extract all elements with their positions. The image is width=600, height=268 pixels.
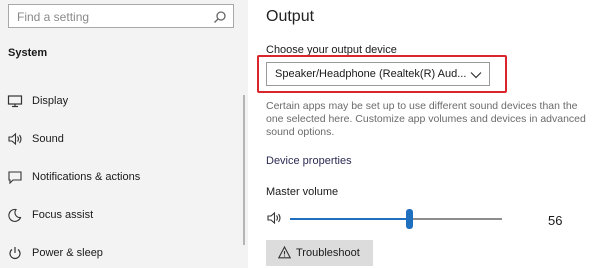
page-title: Output [266, 8, 315, 25]
troubleshoot-button[interactable]: Troubleshoot [266, 240, 373, 266]
sidebar-item-notifications[interactable]: Notifications & actions [0, 162, 240, 192]
volume-icon[interactable] [266, 211, 282, 225]
master-volume-slider[interactable] [290, 209, 502, 229]
output-description: Certain apps may be set up to use differ… [266, 100, 586, 138]
warning-icon [278, 246, 291, 259]
sidebar-item-display[interactable]: Display [0, 86, 240, 116]
speaker-icon [8, 132, 22, 146]
notifications-icon [8, 171, 22, 184]
sidebar-item-label: Focus assist [32, 209, 94, 221]
search-icon[interactable] [213, 10, 227, 24]
moon-icon [8, 208, 22, 222]
volume-fill [290, 218, 409, 220]
sidebar-item-label: Display [32, 95, 69, 107]
search-box[interactable]: Find a setting [8, 4, 234, 28]
device-properties-link[interactable]: Device properties [266, 155, 352, 167]
sidebar-scrollbar[interactable] [243, 95, 245, 245]
output-device-dropdown[interactable]: Speaker/Headphone (Realtek(R) Aud... [266, 62, 490, 86]
volume-value: 56 [548, 213, 563, 228]
power-icon [9, 247, 21, 260]
volume-thumb[interactable] [405, 209, 413, 229]
display-icon [7, 95, 23, 108]
settings-sidebar: Find a setting System Display Sound Noti… [0, 0, 248, 268]
sidebar-item-sound[interactable]: Sound [0, 124, 240, 154]
sidebar-item-focus-assist[interactable]: Focus assist [0, 200, 240, 230]
troubleshoot-label: Troubleshoot [296, 247, 360, 259]
chevron-down-icon [470, 72, 482, 79]
sidebar-item-label: Notifications & actions [32, 171, 141, 183]
sidebar-item-label: Power & sleep [32, 247, 103, 259]
master-volume-label: Master volume [266, 186, 339, 198]
output-device-value: Speaker/Headphone (Realtek(R) Aud... [275, 68, 467, 80]
sidebar-section-title: System [8, 47, 48, 59]
search-input[interactable]: Find a setting [17, 10, 89, 24]
sidebar-item-power-sleep[interactable]: Power & sleep [0, 238, 240, 268]
sidebar-item-label: Sound [32, 133, 64, 145]
